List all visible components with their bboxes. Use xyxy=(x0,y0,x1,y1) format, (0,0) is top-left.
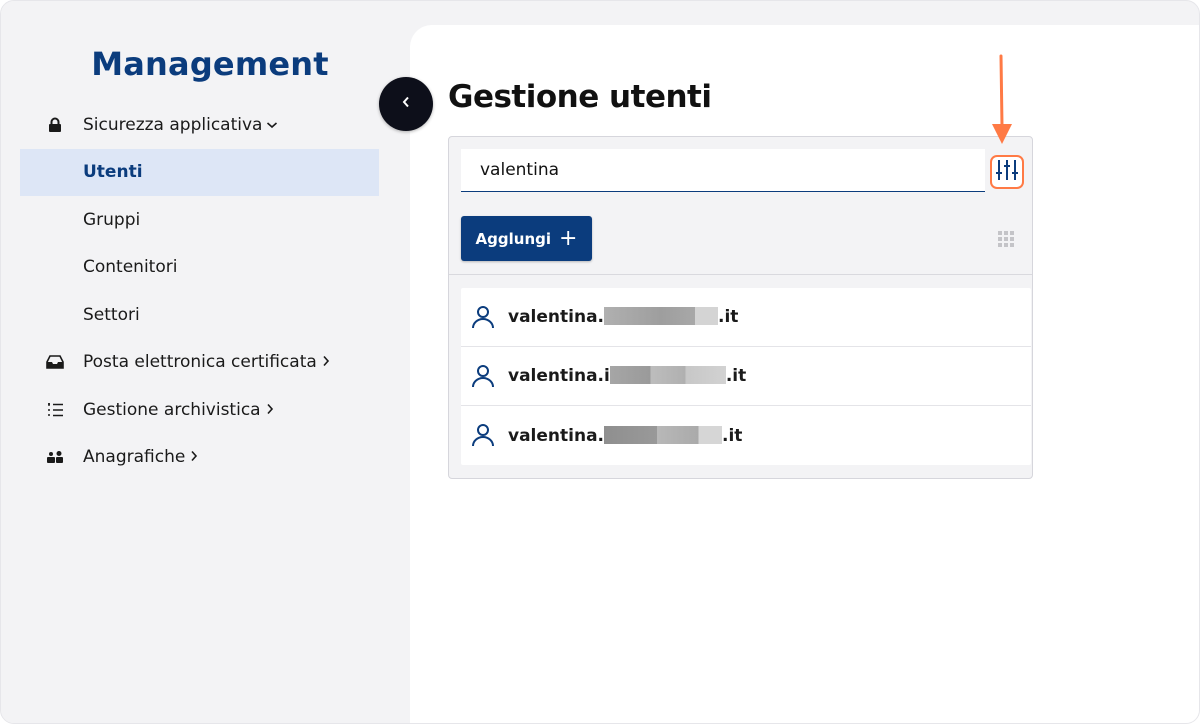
chevron-left-icon xyxy=(401,95,411,113)
chevron-down-icon xyxy=(266,115,278,135)
redacted-block xyxy=(609,366,726,384)
user-name-suffix: .it xyxy=(718,307,739,327)
app-window: Management Sicurezza applicativa Utenti … xyxy=(0,0,1200,724)
sidebar-item-gruppi[interactable]: Gruppi xyxy=(1,196,409,244)
users-list: valentina. .it valentina.i .it valentina..… xyxy=(461,288,1031,465)
add-button-label: Agglungi xyxy=(475,229,552,248)
user-icon xyxy=(471,423,495,447)
sidebar-nav: Sicurezza applicativa Utenti Gruppi Cont… xyxy=(1,101,409,481)
users-panel: valentina Agglungi + valentina. .it vale… xyxy=(448,136,1033,479)
lock-icon xyxy=(45,115,65,135)
redacted-block xyxy=(604,425,722,444)
sidebar-item-label: Gruppi xyxy=(83,209,141,230)
user-name-prefix: valentina. xyxy=(508,425,604,446)
sidebar-item-label: Settori xyxy=(83,304,140,325)
list-icon xyxy=(45,400,65,420)
list-item[interactable]: valentina. .it xyxy=(461,288,1031,347)
list-item[interactable]: valentina. .it xyxy=(461,406,1031,465)
user-name-suffix: .it xyxy=(722,425,743,446)
main-content: Gestione utenti valentina Agglungi + val… xyxy=(410,25,1199,723)
grid-icon[interactable] xyxy=(997,230,1015,248)
sidebar-item-sicurezza-applicativa[interactable]: Sicurezza applicativa xyxy=(1,101,409,149)
inbox-icon xyxy=(45,352,65,372)
sidebar-item-label: Utenti xyxy=(83,162,143,183)
sidebar-item-settori[interactable]: Settori xyxy=(1,291,409,339)
sidebar-item-label: Anagrafiche xyxy=(83,447,186,468)
chevron-right-icon xyxy=(265,400,275,420)
page-title: Gestione utenti xyxy=(448,79,712,115)
chevron-right-icon xyxy=(189,447,199,467)
sidebar-item-label: Sicurezza applicativa xyxy=(83,114,263,135)
search-input[interactable]: valentina xyxy=(461,149,985,192)
sidebar-item-label: Gestione archivistica xyxy=(83,399,261,420)
people-icon xyxy=(45,447,65,467)
user-name-suffix: .it xyxy=(725,366,747,386)
annotation-arrow-icon xyxy=(989,54,1015,146)
sidebar-item-gestione-archivistica[interactable]: Gestione archivistica xyxy=(1,386,409,434)
plus-icon: + xyxy=(559,225,578,251)
redacted-block xyxy=(604,307,718,325)
sidebar: Management Sicurezza applicativa Utenti … xyxy=(1,1,409,723)
chevron-right-icon xyxy=(321,352,331,372)
list-item[interactable]: valentina.i .it xyxy=(461,347,1031,406)
user-name-prefix: valentina.i xyxy=(508,366,610,386)
user-icon xyxy=(471,305,495,329)
user-icon xyxy=(471,364,495,388)
sidebar-item-posta-elettronica-certificata[interactable]: Posta elettronica certificata xyxy=(1,339,409,387)
collapse-sidebar-button[interactable] xyxy=(379,77,433,131)
sidebar-item-label: Posta elettronica certificata xyxy=(83,352,317,373)
sliders-icon xyxy=(995,159,1019,186)
sidebar-item-contenitori[interactable]: Contenitori xyxy=(1,244,409,292)
brand-title: Management xyxy=(91,45,329,83)
add-user-button[interactable]: Agglungi + xyxy=(461,216,592,261)
sidebar-item-anagrafiche[interactable]: Anagrafiche xyxy=(1,434,409,482)
divider xyxy=(449,274,1032,275)
sidebar-item-utenti[interactable]: Utenti xyxy=(20,148,379,196)
sidebar-item-label: Contenitori xyxy=(83,257,178,278)
user-name-prefix: valentina. xyxy=(508,307,604,327)
filter-button[interactable] xyxy=(990,155,1024,189)
